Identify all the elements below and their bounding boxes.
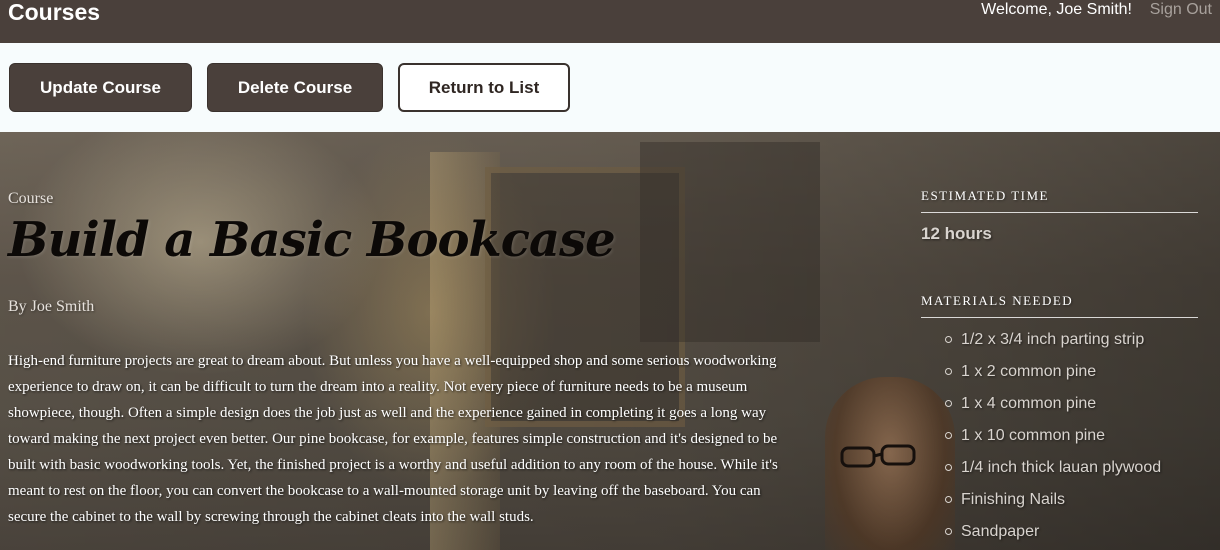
material-label: Finishing Nails — [961, 491, 1066, 508]
bullet-icon — [945, 368, 952, 375]
list-item: 1 x 4 common pine — [945, 388, 1198, 420]
sign-out-link[interactable]: Sign Out — [1150, 0, 1212, 20]
bullet-icon — [945, 336, 952, 343]
materials-list: 1/2 x 3/4 inch parting strip 1 x 2 commo… — [921, 324, 1198, 548]
course-detail-hero: Course Build a Basic Bookcase By Joe Smi… — [0, 132, 1220, 550]
material-label: 1 x 2 common pine — [961, 363, 1097, 380]
bullet-icon — [945, 528, 952, 535]
course-description: High-end furniture projects are great to… — [8, 353, 778, 525]
material-label: 1 x 4 common pine — [961, 395, 1097, 412]
material-label: Sandpaper — [961, 523, 1040, 540]
course-sidebar: ESTIMATED TIME 12 hours MATERIALS NEEDED… — [921, 188, 1198, 548]
welcome-message: Welcome, Joe Smith! — [981, 1, 1132, 18]
list-item: 1/4 inch thick lauan plywood — [945, 452, 1198, 484]
material-label: 1/2 x 3/4 inch parting strip — [961, 331, 1145, 348]
brand-title[interactable]: Courses — [8, 0, 100, 25]
estimated-time-heading: ESTIMATED TIME — [921, 188, 1198, 213]
list-item: 1 x 2 common pine — [945, 356, 1198, 388]
list-item: Sandpaper — [945, 516, 1198, 548]
list-item: 1 x 10 common pine — [945, 420, 1198, 452]
top-nav-bar: Courses Welcome, Joe Smith! Sign Out — [0, 0, 1220, 43]
estimated-time-value: 12 hours — [921, 224, 992, 243]
return-to-list-button[interactable]: Return to List — [398, 63, 570, 112]
delete-course-button[interactable]: Delete Course — [207, 63, 383, 112]
bullet-icon — [945, 496, 952, 503]
material-label: 1/4 inch thick lauan plywood — [961, 459, 1162, 476]
course-actions-bar: Update Course Delete Course Return to Li… — [0, 43, 1220, 132]
bullet-icon — [945, 464, 952, 471]
list-item: 1/2 x 3/4 inch parting strip — [945, 324, 1198, 356]
course-label: Course — [8, 190, 54, 207]
course-title: Build a Basic Bookcase — [8, 212, 616, 268]
material-label: 1 x 10 common pine — [961, 427, 1106, 444]
update-course-button[interactable]: Update Course — [9, 63, 192, 112]
list-item: Finishing Nails — [945, 484, 1198, 516]
course-author: By Joe Smith — [8, 298, 95, 315]
bullet-icon — [945, 400, 952, 407]
materials-needed-heading: MATERIALS NEEDED — [921, 293, 1198, 318]
bullet-icon — [945, 432, 952, 439]
